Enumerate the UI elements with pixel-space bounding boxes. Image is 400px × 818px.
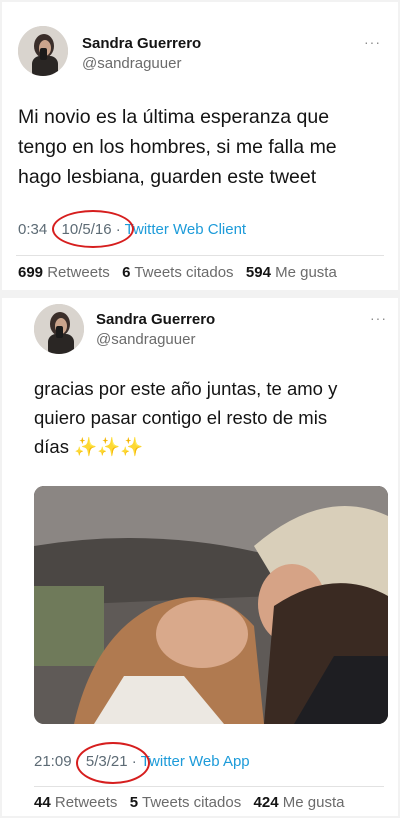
- tweet-card-2: Sandra Guerrero @sandraguuer ··· gracias…: [2, 298, 398, 816]
- tweet-text-line: hago lesbiana, guarden este tweet: [18, 166, 317, 188]
- tweet-text-line: Mi novio es la última esperanza que: [18, 106, 330, 128]
- quote-label[interactable]: Tweets citados: [134, 264, 233, 281]
- tweet-text-line: gracias por este año juntas, te amo y: [34, 378, 338, 399]
- tweet-card-1: Sandra Guerrero @sandraguuer ··· Mi novi…: [2, 2, 398, 290]
- tweet-stats: 699 Retweets 6 Tweets citados 594 Me gus…: [18, 264, 337, 281]
- display-name[interactable]: Sandra Guerrero: [82, 35, 201, 52]
- couple-photo-image: [34, 486, 388, 724]
- tweet-source-link[interactable]: Twitter Web Client: [125, 221, 246, 238]
- like-label[interactable]: Me gusta: [283, 794, 345, 811]
- tweet-text: Mi novio es la última esperanza que teng…: [18, 102, 388, 192]
- tweet-source-link[interactable]: Twitter Web App: [141, 753, 250, 770]
- annotation-circle: [52, 210, 134, 248]
- tweet-time[interactable]: 0:34: [18, 221, 47, 238]
- tweet-text-line: quiero pasar contigo el resto de mis: [34, 407, 328, 428]
- quote-label[interactable]: Tweets citados: [142, 794, 241, 811]
- display-name[interactable]: Sandra Guerrero: [96, 311, 215, 328]
- tweet-text: gracias por este año juntas, te amo y qu…: [34, 374, 392, 461]
- tweet-stats: 44 Retweets 5 Tweets citados 424 Me gust…: [34, 794, 344, 811]
- like-count[interactable]: 424: [254, 794, 279, 811]
- more-options-icon[interactable]: ···: [370, 310, 387, 326]
- annotation-circle: [76, 742, 150, 784]
- user-handle[interactable]: @sandraguuer: [82, 55, 181, 72]
- tweet-text-line: días ✨✨✨: [34, 436, 144, 457]
- like-count[interactable]: 594: [246, 264, 271, 281]
- more-options-icon[interactable]: ···: [364, 34, 381, 50]
- divider: [16, 255, 384, 256]
- divider: [34, 786, 384, 787]
- retweet-label[interactable]: Retweets: [55, 794, 118, 811]
- retweet-count[interactable]: 44: [34, 794, 51, 811]
- like-label[interactable]: Me gusta: [275, 264, 337, 281]
- user-handle[interactable]: @sandraguuer: [96, 331, 195, 348]
- avatar[interactable]: [18, 26, 68, 76]
- quote-count[interactable]: 6: [122, 264, 130, 281]
- tweet-photo[interactable]: [34, 486, 388, 724]
- retweet-count[interactable]: 699: [18, 264, 43, 281]
- retweet-label[interactable]: Retweets: [47, 264, 110, 281]
- avatar[interactable]: [34, 304, 84, 354]
- tweet-text-line: tengo en los hombres, si me falla me: [18, 136, 337, 158]
- tweet-time[interactable]: 21:09: [34, 753, 72, 770]
- quote-count[interactable]: 5: [130, 794, 138, 811]
